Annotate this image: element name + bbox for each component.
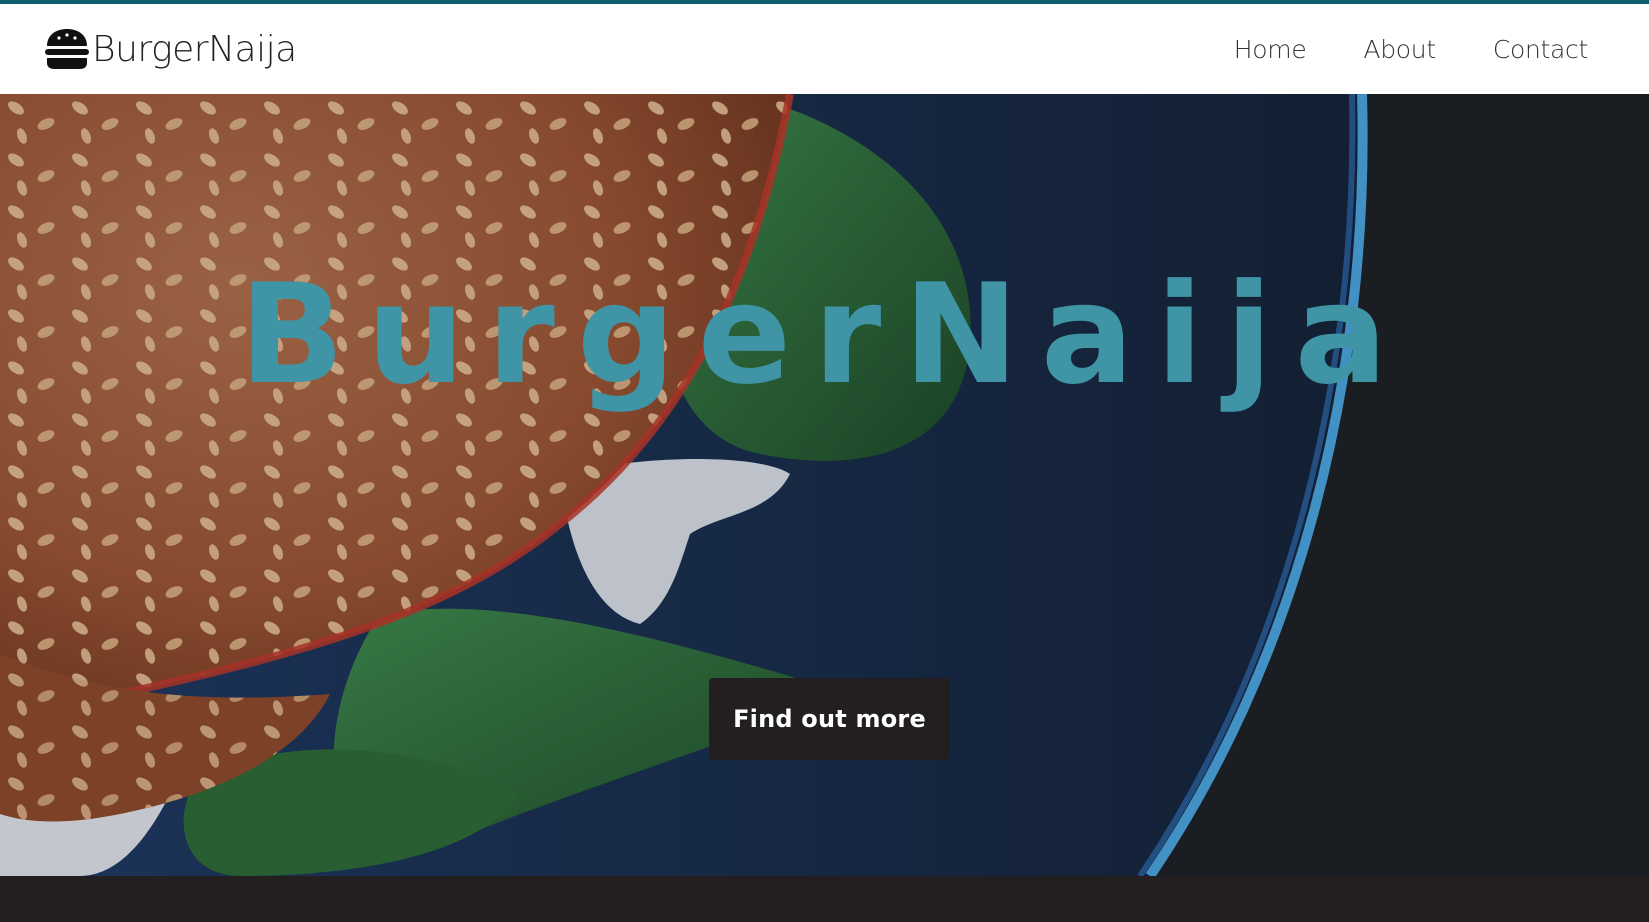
nav-links: Home About Contact [1177,35,1589,64]
find-out-more-button[interactable]: Find out more [709,678,950,760]
nav-home[interactable]: Home [1234,35,1307,64]
nav-about[interactable]: About [1363,35,1436,64]
dark-footer-band [0,876,1649,922]
nav-contact[interactable]: Contact [1493,35,1588,64]
brand-link[interactable]: BurgerNaija [44,26,297,72]
navbar: BurgerNaija Home About Contact [0,4,1649,94]
hero-section: BurgerNaija Find out more [0,94,1649,876]
brand-name: BurgerNaija [92,28,297,70]
hero-title: BurgerNaija [239,254,1410,415]
burger-icon [44,26,90,72]
